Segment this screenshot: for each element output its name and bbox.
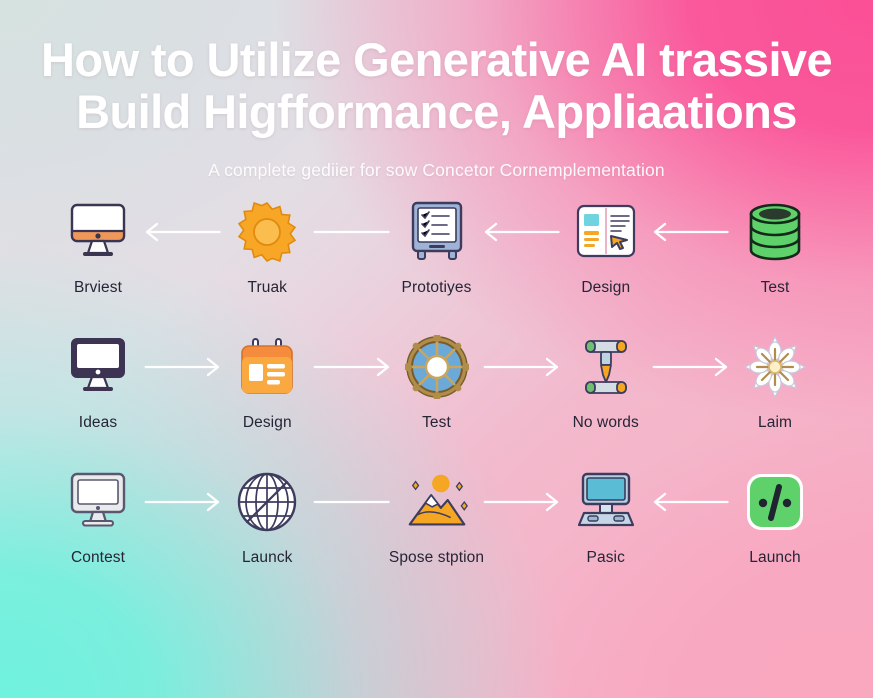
page-subtitle: A complete gediier for sow Concetor Corn… (208, 160, 665, 180)
connector-left (652, 466, 729, 538)
arrow-head-right (205, 490, 221, 514)
monitor-orange-icon (61, 196, 135, 268)
flow-node-label: Prototiyes (401, 279, 472, 296)
flow-node-truak[interactable]: Truak (221, 196, 313, 297)
arrow-head-left (144, 220, 160, 244)
flow-node-no-words[interactable]: No words (560, 331, 652, 432)
connector-none (313, 196, 390, 268)
arrow-right-icon (483, 490, 560, 514)
line-plain-icon (313, 490, 390, 514)
arrow-left-icon (144, 220, 221, 244)
document-cursor-icon (569, 196, 643, 268)
row-3: Contest Launck Spose stption Pasic Launc… (0, 466, 873, 601)
arrow-left-icon (652, 220, 729, 244)
flow-rows: Brviest Truak Prototiyes Design Test Ide… (0, 196, 873, 601)
tablet-checklist-icon (400, 196, 474, 268)
arrow-right-icon (144, 490, 221, 514)
connector-right (483, 331, 560, 403)
arrow-head-right (205, 355, 221, 379)
page-title: How to Utilize Generative AI trassive Bu… (0, 0, 873, 138)
flow-node-label: Pasic (586, 549, 625, 566)
flow-node-spose-stption[interactable]: Spose stption (388, 466, 485, 567)
connector-none (313, 466, 390, 538)
flow-node-label: Launch (749, 549, 801, 566)
line-plain-icon (313, 220, 390, 244)
flow-node-label: Brviest (73, 279, 123, 296)
flow-node-prototiyes[interactable]: Prototiyes (391, 196, 483, 297)
wheel-blue-icon (400, 331, 474, 403)
flow-node-launck[interactable]: Launck (221, 466, 313, 567)
arrow-head-right (544, 355, 560, 379)
calendar-orange-icon (230, 331, 304, 403)
desktop-blue-icon (569, 466, 643, 538)
flow-node-test[interactable]: Test (729, 196, 821, 297)
mountain-sun-icon (400, 466, 474, 538)
connector-left (652, 196, 729, 268)
title-line-2: Build Higfformance, Appliaations (76, 85, 797, 138)
infographic-canvas: How to Utilize Generative AI trassive Bu… (0, 0, 873, 698)
snowflake-icon (738, 331, 812, 403)
flow-node-label: Laim (758, 414, 792, 431)
arrow-head-right (713, 355, 729, 379)
flow-node-label: Test (422, 414, 451, 431)
flow-node-label: Launck (241, 549, 293, 566)
arrow-right-icon (652, 355, 729, 379)
code-green-icon (738, 466, 812, 538)
arrow-head-left (483, 220, 499, 244)
flow-node-label: Ideas (78, 414, 118, 431)
arrow-head-right (544, 490, 560, 514)
arrow-right-icon (313, 355, 390, 379)
connector-left (483, 196, 560, 268)
flow-node-launch[interactable]: Launch (729, 466, 821, 567)
monitor-dark-icon (61, 331, 135, 403)
flow-node-label: Design (242, 414, 292, 431)
arrow-head-left (652, 490, 668, 514)
monitor-gray-icon (61, 466, 135, 538)
flow-node-laim[interactable]: Laim (729, 331, 821, 432)
arrow-head-left (652, 220, 668, 244)
connector-right (144, 331, 221, 403)
globe-wire-icon (230, 466, 304, 538)
flow-node-label: Design (581, 279, 631, 296)
flow-node-ideas[interactable]: Ideas (52, 331, 144, 432)
connector-left (144, 196, 221, 268)
flow-node-test[interactable]: Test (391, 331, 483, 432)
database-green-icon (738, 196, 812, 268)
title-line-1: How to Utilize Generative AI trassive (41, 33, 833, 86)
flow-node-label: Test (760, 279, 790, 296)
flow-node-label: Contest (70, 549, 126, 566)
connector-right (144, 466, 221, 538)
flow-node-label: Truak (247, 279, 288, 296)
flow-node-label: Spose stption (388, 549, 485, 566)
row-2: Ideas Design Test No words Laim (0, 331, 873, 466)
arrow-head-right (375, 355, 391, 379)
flow-node-design[interactable]: Design (221, 331, 313, 432)
arrow-right-icon (483, 355, 560, 379)
flow-node-pasic[interactable]: Pasic (560, 466, 652, 567)
flow-node-brviest[interactable]: Brviest (52, 196, 144, 297)
flow-node-label: No words (572, 414, 639, 431)
flow-node-design[interactable]: Design (560, 196, 652, 297)
connector-right (313, 331, 390, 403)
tool-clamp-icon (569, 331, 643, 403)
row-1: Brviest Truak Prototiyes Design Test (0, 196, 873, 331)
gear-orange-icon (230, 196, 304, 268)
arrow-left-icon (652, 490, 729, 514)
header: How to Utilize Generative AI trassive Bu… (0, 0, 873, 181)
connector-right (483, 466, 560, 538)
flow-node-contest[interactable]: Contest (52, 466, 144, 567)
arrow-left-icon (483, 220, 560, 244)
connector-right (652, 331, 729, 403)
arrow-right-icon (144, 355, 221, 379)
